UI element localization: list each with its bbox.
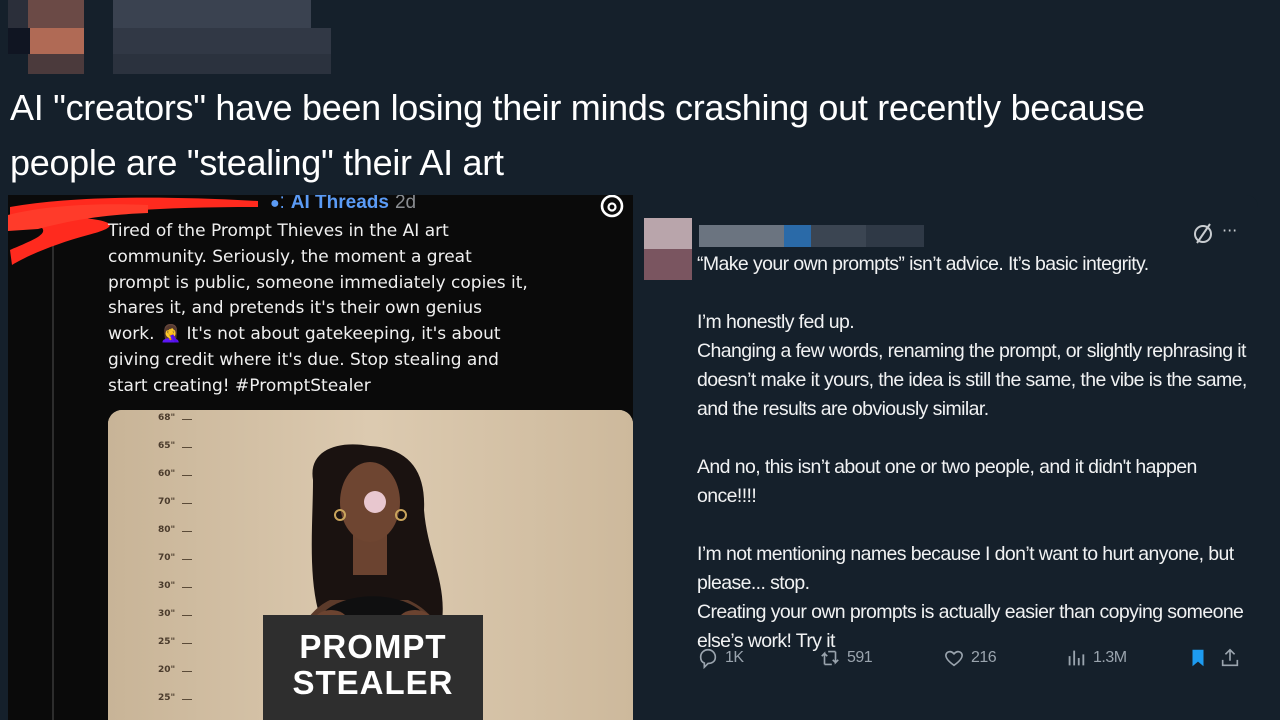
share-button[interactable] [1219, 647, 1241, 669]
grok-icon[interactable] [1191, 221, 1215, 245]
post-action-bar: 1K 591 216 1.3M [633, 647, 1258, 677]
post-paragraph: Changing a few words, renaming the promp… [697, 340, 1247, 420]
height-chart-tick [182, 503, 192, 504]
height-chart-label: 70" [158, 553, 176, 563]
sign-line: PROMPT [299, 628, 447, 665]
repost-icon [821, 650, 839, 666]
height-chart: 68" 65" 60" 70" 80" 70" 30" 30" 25" 20" 25" [154, 410, 194, 720]
height-chart-label: 60" [158, 469, 176, 479]
height-chart-label: 70" [158, 497, 176, 507]
prompt-stealer-sign: PROMPT STEALER [263, 615, 483, 720]
height-chart-tick [182, 559, 192, 560]
share-icon [1221, 648, 1239, 667]
threads-screenshot[interactable]: ●⁚ AI Threads 2d Tired of the Prompt Thi… [8, 195, 633, 720]
threads-badge-icon: ●⁚ [270, 195, 285, 212]
height-chart-label: 25" [158, 637, 176, 647]
height-chart-tick [182, 419, 192, 420]
more-options-icon[interactable]: ··· [1222, 221, 1237, 240]
tweet-text-line: people are "stealing" their AI art [10, 142, 504, 183]
height-chart-label: 80" [158, 525, 176, 535]
bookmark-button[interactable] [1187, 647, 1209, 669]
thread-line [52, 235, 54, 720]
height-chart-tick [182, 615, 192, 616]
threads-post-body: Tired of the Prompt Thieves in the AI ar… [108, 221, 528, 396]
view-count: 1.3M [1093, 649, 1127, 666]
height-chart-tick [182, 475, 192, 476]
x-post-body: “Make your own prompts” isn’t advice. It… [697, 250, 1257, 656]
height-chart-tick [182, 447, 192, 448]
redacted-name [113, 0, 311, 28]
threads-logo-icon [600, 195, 624, 218]
reply-count: 1K [725, 649, 744, 666]
views-button[interactable]: 1.3M [1065, 647, 1127, 669]
x-post-screenshot[interactable]: ··· “Make your own prompts” isn’t advice… [633, 195, 1258, 720]
reply-icon [699, 648, 717, 669]
height-chart-tick [182, 531, 192, 532]
height-chart-tick [182, 699, 192, 700]
height-chart-label: 30" [158, 581, 176, 591]
ai-generated-image[interactable]: 68" 65" 60" 70" 80" 70" 30" 30" 25" 20" 25" PROMPT… [108, 410, 633, 720]
height-chart-label: 30" [158, 609, 176, 619]
height-chart-label: 25" [158, 693, 176, 703]
repost-count: 591 [847, 649, 873, 666]
reply-button[interactable]: 1K [697, 647, 744, 669]
height-chart-label: 20" [158, 665, 176, 675]
threads-post-header: ●⁚ AI Threads 2d [270, 195, 416, 215]
like-button[interactable]: 216 [943, 647, 997, 669]
post-paragraph: “Make your own prompts” isn’t advice. It… [697, 253, 1149, 275]
height-chart-tick [182, 671, 192, 672]
post-paragraph: I’m honestly fed up. [697, 311, 855, 333]
threads-post-age: 2d [394, 195, 417, 213]
height-chart-tick [182, 643, 192, 644]
analytics-icon [1068, 650, 1085, 666]
redacted-avatar [644, 218, 692, 280]
height-chart-label: 65" [158, 441, 176, 451]
post-paragraph: I’m not mentioning names because I don’t… [697, 543, 1234, 594]
post-paragraph: And no, this isn’t about one or two peop… [697, 456, 1197, 507]
threads-author[interactable]: AI Threads [291, 195, 389, 214]
like-count: 216 [971, 649, 997, 666]
sign-line: STEALER [292, 664, 454, 701]
repost-button[interactable]: 591 [819, 647, 873, 669]
redacted-username [699, 225, 924, 247]
height-chart-tick [182, 587, 192, 588]
height-chart-label: 68" [158, 413, 176, 423]
bookmark-icon [1192, 649, 1204, 667]
tweet-text-line: AI "creators" have been losing their min… [10, 87, 1145, 128]
tweet-text: AI "creators" have been losing their min… [10, 80, 1270, 190]
heart-icon [945, 650, 963, 667]
